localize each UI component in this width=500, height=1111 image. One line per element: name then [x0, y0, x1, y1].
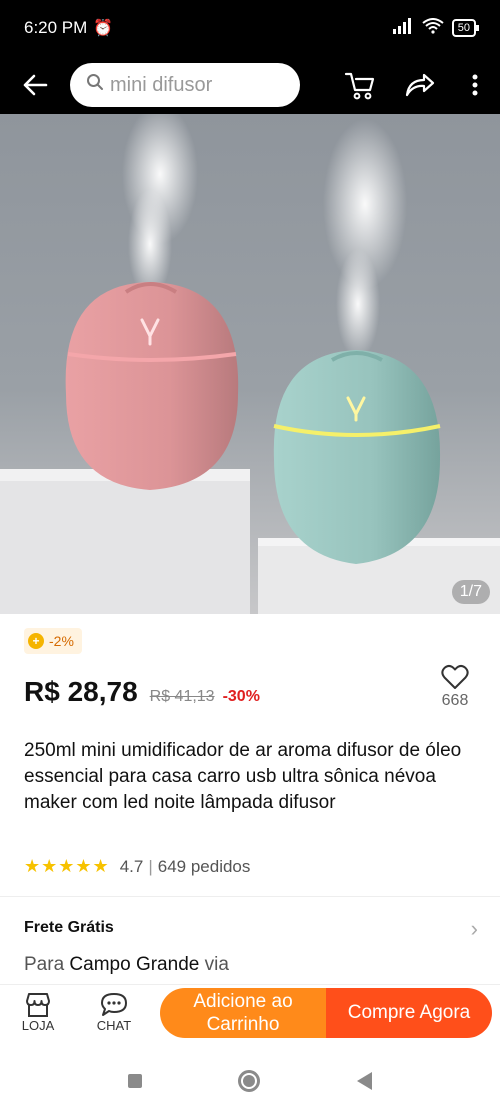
product-title: 250ml mini umidificador de ar aroma difu…	[24, 740, 462, 813]
battery-icon: 50	[451, 19, 480, 37]
favorites-count: 668	[441, 692, 469, 709]
cart-icon	[344, 72, 375, 100]
chat-button[interactable]: CHAT	[76, 992, 152, 1033]
product-image	[0, 114, 500, 614]
arrow-left-icon	[23, 74, 48, 96]
back-triangle-icon[interactable]	[356, 1071, 372, 1090]
search-icon	[86, 73, 104, 97]
heart-icon	[441, 664, 469, 689]
search-input[interactable]	[110, 73, 290, 97]
divider	[0, 896, 500, 897]
signal-icon	[392, 17, 414, 39]
top-bar	[0, 56, 500, 114]
back-button[interactable]	[0, 56, 70, 114]
alarm-icon: ⏰	[93, 20, 114, 37]
chat-label: CHAT	[96, 1018, 132, 1033]
image-counter: 1/7	[451, 580, 490, 604]
rating-value: 4.7	[119, 856, 144, 876]
destination-suffix: via	[204, 954, 229, 975]
store-button[interactable]: LOJA	[0, 992, 76, 1033]
status-icons: 50	[392, 17, 480, 39]
status-bar: 6:20 PM ⏰ 50	[0, 0, 500, 56]
share-button[interactable]	[390, 56, 450, 114]
star-rating-icon: ★★★★★	[24, 856, 110, 876]
wifi-icon	[422, 17, 444, 39]
cart-button[interactable]	[330, 56, 390, 114]
original-price: R$ 41,13	[149, 688, 215, 705]
rating-row[interactable]: ★★★★★ 4.7 | 649 pedidos	[24, 856, 250, 877]
coin-icon: +	[28, 633, 44, 649]
status-time: 6:20 PM	[24, 18, 88, 37]
rating-separator: |	[148, 856, 153, 876]
search-box[interactable]	[70, 63, 300, 107]
chevron-right-icon[interactable]: ›	[471, 916, 478, 942]
share-icon	[405, 73, 435, 97]
recent-apps-icon[interactable]	[128, 1073, 143, 1088]
store-label: LOJA	[21, 1018, 55, 1033]
add-to-cart-button[interactable]: Adicione ao Carrinho	[160, 987, 326, 1038]
shipping-destination[interactable]: Para Campo Grande via	[24, 954, 229, 976]
top-actions	[330, 56, 500, 114]
favorite-button[interactable]: 668	[432, 664, 478, 710]
destination-city: Campo Grande	[69, 954, 200, 975]
current-price: R$ 28,78	[24, 676, 138, 707]
buy-now-button[interactable]: Compre Agora	[326, 987, 492, 1038]
discount-percent: -30%	[222, 688, 260, 705]
home-icon[interactable]	[238, 1069, 261, 1092]
bottom-action-bar: LOJA CHAT Adicione ao Carrinho Compre Ag…	[0, 984, 500, 1040]
price-row: R$ 28,78 R$ 41,13 -30%	[24, 676, 260, 708]
shipping-title[interactable]: Frete Grátis	[24, 919, 114, 937]
system-nav-bar	[0, 1050, 500, 1111]
product-image-gallery[interactable]: 1/7	[0, 114, 500, 614]
chat-icon	[101, 993, 127, 1016]
more-vertical-icon	[472, 74, 478, 96]
more-options-button[interactable]	[450, 56, 500, 114]
store-icon	[26, 993, 50, 1017]
promo-label: -2%	[49, 633, 74, 649]
coin-discount-badge[interactable]: + -2%	[24, 628, 82, 654]
orders-count: 649 pedidos	[157, 856, 251, 876]
destination-prefix: Para	[24, 954, 65, 975]
